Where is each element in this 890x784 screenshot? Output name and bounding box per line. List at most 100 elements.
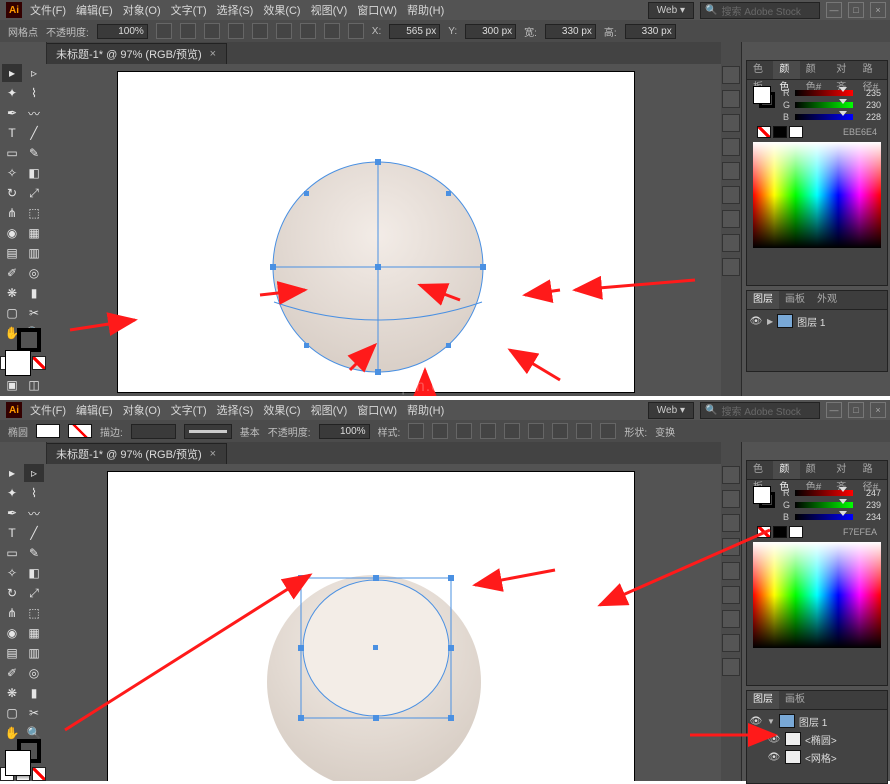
lasso-tool[interactable]: ⌇ [24,84,44,102]
ctrl-icon[interactable] [228,23,244,39]
stroke-swatch[interactable] [17,328,41,352]
tab-align[interactable]: 对齐 [830,461,856,479]
none-swatch-icon[interactable] [757,126,771,138]
gradient-tool[interactable]: ▥ [24,244,44,262]
draw-mode-tool[interactable]: ◫ [24,376,44,394]
slider-b[interactable] [795,114,853,120]
tab-layers[interactable]: 图层 [747,691,779,709]
blend-tool[interactable]: ◎ [24,664,44,682]
window-max-icon[interactable]: □ [848,2,864,18]
shaper-tool[interactable]: ✧ [2,564,22,582]
slider-g[interactable] [795,502,853,508]
sublayer-name[interactable]: <网格> [805,750,837,765]
dock-icon[interactable] [722,234,740,252]
ctrl-icon[interactable] [276,23,292,39]
dock-icon[interactable] [722,258,740,276]
color-spectrum[interactable] [753,542,881,648]
slider-r[interactable] [795,490,853,496]
fill-stroke-indicator[interactable] [5,350,41,352]
free-transform-tool[interactable]: ⬚ [24,604,44,622]
curvature-tool[interactable]: 〰 [24,504,44,522]
layer-row[interactable]: 👁 ▼ 图层 1 [749,712,885,730]
ctrl-icon[interactable] [300,23,316,39]
menu-window[interactable]: 窗口(W) [357,402,397,418]
menu-edit[interactable]: 编辑(E) [76,402,113,418]
expand-icon[interactable]: ▼ [767,717,775,726]
menu-type[interactable]: 文字(T) [171,2,207,18]
menu-select[interactable]: 选择(S) [217,2,254,18]
dock-icon[interactable] [722,466,740,484]
dock-icon[interactable] [722,114,740,132]
window-close-icon[interactable]: × [870,402,886,418]
white-swatch-icon[interactable] [789,526,803,538]
dock-icon[interactable] [722,490,740,508]
shape-builder-tool[interactable]: ◉ [2,224,22,242]
paintbrush-tool[interactable]: ✎ [24,544,44,562]
opacity-input[interactable]: 100% [319,424,370,439]
menu-view[interactable]: 视图(V) [311,2,348,18]
graph-tool[interactable]: ▮ [24,684,44,702]
perspective-tool[interactable]: ▦ [24,624,44,642]
none-swatch-icon[interactable] [757,526,771,538]
panel-fill-stroke[interactable] [753,486,775,508]
slice-tool[interactable]: ✂ [24,304,44,322]
close-tab-icon[interactable]: × [210,448,216,460]
dock-icon[interactable] [722,186,740,204]
ctrl-icon[interactable] [456,423,472,439]
window-close-icon[interactable]: × [870,2,886,18]
expand-icon[interactable]: ▶ [767,317,773,326]
fill-mode-none[interactable] [32,356,46,370]
stroke-profile[interactable] [184,424,232,439]
h-input[interactable]: 330 px [625,24,676,39]
symbol-sprayer-tool[interactable]: ❋ [2,684,22,702]
dock-icon[interactable] [722,66,740,84]
ctrl-icon[interactable] [576,423,592,439]
dock-icon[interactable] [722,210,740,228]
stroke-swatch[interactable] [68,424,92,438]
fill-swatch[interactable] [36,424,60,438]
visibility-toggle-icon[interactable]: 👁 [767,752,781,763]
menu-window[interactable]: 窗口(W) [357,2,397,18]
eyedropper-tool[interactable]: ✐ [2,264,22,282]
white-swatch-icon[interactable] [789,126,803,138]
dock-icon[interactable] [722,610,740,628]
close-tab-icon[interactable]: × [210,48,216,60]
eyedropper-tool[interactable]: ✐ [2,664,22,682]
dock-icon[interactable] [722,658,740,676]
mesh-tool[interactable]: ▤ [2,644,22,662]
ctrl-icon[interactable] [408,423,424,439]
window-max-icon[interactable]: □ [848,402,864,418]
rectangle-tool[interactable]: ▭ [2,144,22,162]
ctrl-icon[interactable] [252,23,268,39]
layer-name[interactable]: 图层 1 [799,714,827,729]
menu-help[interactable]: 帮助(H) [407,402,444,418]
tab-pathfinder[interactable]: 路径# [857,461,887,479]
stroke-weight-input[interactable] [131,424,176,439]
tab-swatches[interactable]: 色板 [747,61,773,79]
lasso-tool[interactable]: ⌇ [24,484,44,502]
tab-swatches[interactable]: 色板 [747,461,773,479]
pen-tool[interactable]: ✒ [2,104,22,122]
rectangle-tool[interactable]: ▭ [2,544,22,562]
perspective-tool[interactable]: ▦ [24,224,44,242]
scale-tool[interactable]: ⤢ [24,584,44,602]
artboard-tool[interactable]: ▢ [2,304,22,322]
slider-b[interactable] [795,514,853,520]
slider-g[interactable] [795,102,853,108]
tab-pathfinder[interactable]: 路径# [857,61,887,79]
selection-tool[interactable]: ▸ [2,64,22,82]
window-min-icon[interactable]: — [826,2,842,18]
dock-icon[interactable] [722,514,740,532]
rotate-tool[interactable]: ↻ [2,584,22,602]
w-input[interactable]: 330 px [545,24,596,39]
eraser-tool[interactable]: ◧ [24,164,44,182]
line-tool[interactable]: ╱ [24,524,44,542]
ctrl-icon[interactable] [204,23,220,39]
dock-icon[interactable] [722,162,740,180]
scale-tool[interactable]: ⤢ [24,184,44,202]
gradient-tool[interactable]: ▥ [24,644,44,662]
line-tool[interactable]: ╱ [24,124,44,142]
black-swatch-icon[interactable] [773,126,787,138]
tab-align[interactable]: 对齐 [830,61,856,79]
menu-view[interactable]: 视图(V) [311,402,348,418]
